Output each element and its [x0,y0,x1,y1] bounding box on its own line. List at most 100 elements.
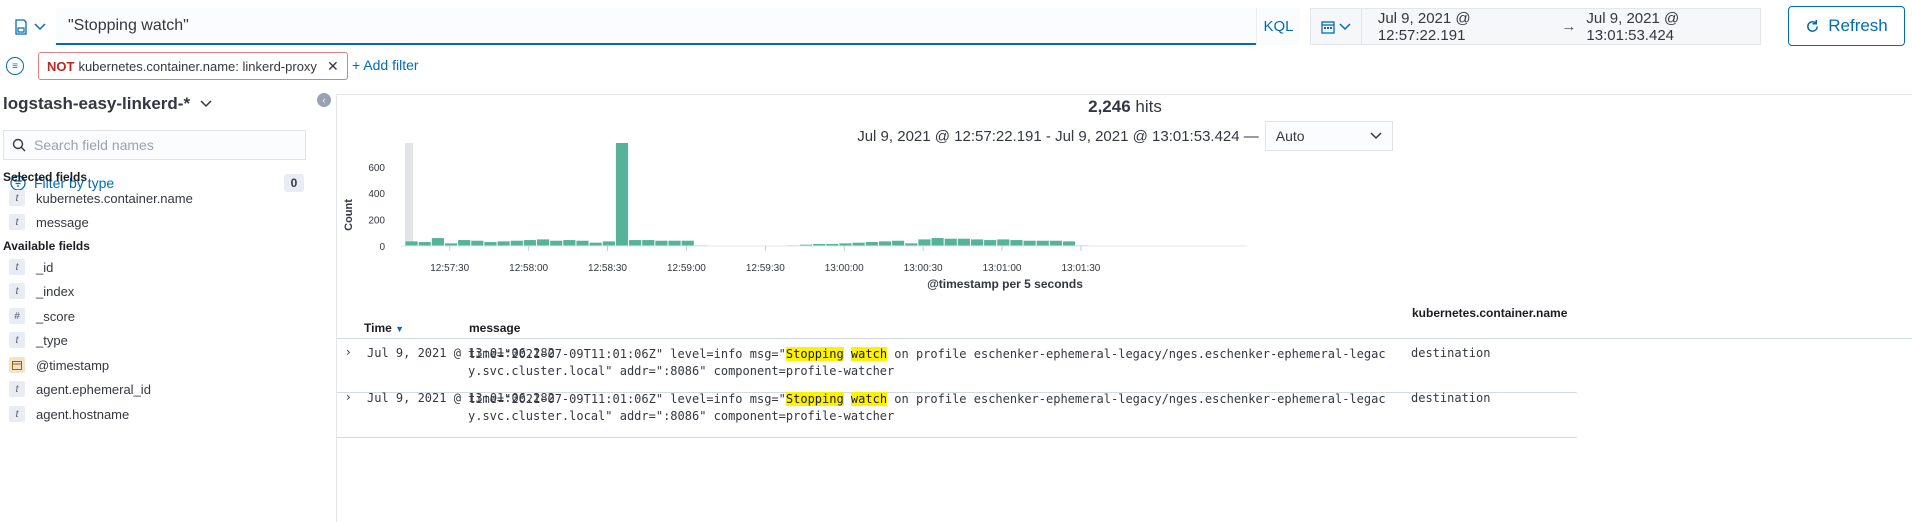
calendar-icon [1321,20,1335,34]
histogram-bar[interactable] [510,240,523,246]
available-fields-title: Available fields [3,239,90,253]
field-name: _id [36,259,54,275]
histogram-bar[interactable] [997,239,1010,246]
histogram-bar[interactable] [1036,240,1049,246]
field-name: _index [36,283,75,299]
available-field-item[interactable]: t _index [9,283,74,299]
histogram-bar[interactable] [681,240,694,246]
hits-label: hits [1135,97,1162,116]
selected-fields-title: Selected fields [3,170,88,184]
histogram-bar[interactable] [668,240,681,246]
histogram-bar[interactable] [563,240,576,246]
index-pattern-selector[interactable]: logstash-easy-linkerd-* [3,94,212,114]
container-column-header[interactable]: kubernetes.container.name [1412,306,1567,320]
collapse-sidebar-icon[interactable]: ‹ [317,93,331,107]
string-type-icon: t [9,406,25,422]
histogram-bar[interactable] [957,238,970,246]
histogram-bar[interactable] [431,238,444,246]
highlight-term: watch [850,347,888,361]
available-field-item[interactable]: @timestamp [9,357,109,373]
query-language-button[interactable]: KQL [1256,8,1300,45]
x-axis-label: @timestamp per 5 seconds [927,277,1083,291]
search-icon [12,138,26,152]
y-tick-label: 200 [368,216,385,227]
date-start[interactable]: Jul 9, 2021 @ 12:57:22.191 [1378,10,1552,44]
refresh-button[interactable]: Refresh [1788,6,1905,46]
histogram-bar[interactable] [970,239,984,246]
histogram-bar[interactable] [892,240,905,246]
date-end[interactable]: Jul 9, 2021 @ 13:01:53.424 [1586,10,1760,44]
selected-field-item[interactable]: t kubernetes.container.name [9,190,193,206]
expand-row-icon[interactable]: › [346,390,351,404]
field-name: agent.hostname [36,406,130,422]
histogram-bar[interactable] [458,240,471,246]
histogram-bar[interactable] [642,240,655,246]
histogram-bar[interactable] [984,240,997,246]
histogram-bar[interactable] [471,240,484,246]
time-column-header[interactable]: Time ▼ [364,321,404,335]
message-column-header[interactable]: message [469,321,520,335]
field-name: message [36,214,89,230]
available-field-item[interactable]: t _type [9,332,68,348]
table-header: Time ▼ message kubernetes.container.name [337,306,1912,339]
date-picker[interactable]: Jul 9, 2021 @ 12:57:22.191 → Jul 9, 2021… [1310,8,1761,45]
row-container-name: destination [1411,391,1491,405]
close-icon[interactable]: ✕ [327,58,339,75]
row-container-name: destination [1411,346,1491,360]
add-filter-button[interactable]: + Add filter [352,57,419,73]
histogram-bar[interactable] [405,241,418,246]
row-message: time="2021-07-09T11:01:06Z" level=info m… [468,346,1398,380]
histogram-bar[interactable] [418,242,431,246]
histogram-bar[interactable] [655,240,668,246]
filter-pill[interactable]: NOT kubernetes.container.name : linkerd-… [38,52,348,80]
filter-value: linkerd-proxy [242,58,317,74]
date-quick-menu-button[interactable] [1311,9,1362,44]
arrow-right-icon: → [1561,18,1577,35]
histogram-bar[interactable] [931,238,944,246]
histogram-bar[interactable] [629,240,642,246]
string-type-icon: t [9,259,25,275]
histogram-bar[interactable] [576,240,589,246]
histogram-bar[interactable] [484,242,497,246]
refresh-icon [1807,19,1819,32]
filter-menu-icon[interactable]: ≡ [6,57,24,75]
available-field-item[interactable]: t _id [9,259,53,275]
filter-count-badge: 0 [284,174,304,192]
histogram-bar[interactable] [615,143,629,246]
histogram-bar[interactable] [865,242,878,246]
histogram-bar[interactable] [1049,240,1062,246]
histogram-bar[interactable] [523,240,536,246]
histogram-bar[interactable] [1010,240,1023,246]
refresh-label: Refresh [1828,16,1888,35]
available-field-item[interactable]: # _score [9,308,75,324]
sort-down-icon[interactable]: ▼ [395,324,404,334]
histogram-bar[interactable] [878,241,892,246]
histogram-bar[interactable] [1023,240,1036,246]
field-name: agent.ephemeral_id [36,381,151,397]
histogram-bar[interactable] [550,240,563,246]
histogram-bar[interactable] [1063,241,1076,246]
histogram-bar[interactable] [602,241,615,246]
available-field-item[interactable]: t agent.hostname [9,406,129,422]
expand-row-icon[interactable]: › [346,345,351,359]
histogram-bar[interactable] [537,239,550,246]
chevron-down-icon [200,100,212,108]
available-field-item[interactable]: t agent.ephemeral_id [9,381,151,397]
histogram-bar[interactable] [918,239,931,246]
filter-colon: : [235,58,243,74]
string-type-icon: t [9,332,25,348]
x-tick-label: 12:59:00 [667,263,706,274]
row-message: time="2021-07-09T11:01:06Z" level=info m… [468,391,1398,425]
histogram-bar[interactable] [944,238,957,246]
chevron-down-icon [34,23,46,31]
time-column-label: Time [364,321,392,335]
field-search-input[interactable]: Search field names [3,130,306,160]
selected-field-item[interactable]: t message [9,214,89,230]
histogram-bar[interactable] [497,241,510,246]
saved-query-button[interactable] [6,10,56,44]
field-name: kubernetes.container.name [36,190,193,206]
hits-count: 2,246 hits [337,97,1912,117]
x-tick-label: 13:00:30 [904,263,943,274]
histogram-chart[interactable]: Count 0 200 400 600 12:57:30 12:58:00 12:58:3… [337,135,1912,305]
query-input[interactable]: "Stopping watch" [56,8,1256,45]
